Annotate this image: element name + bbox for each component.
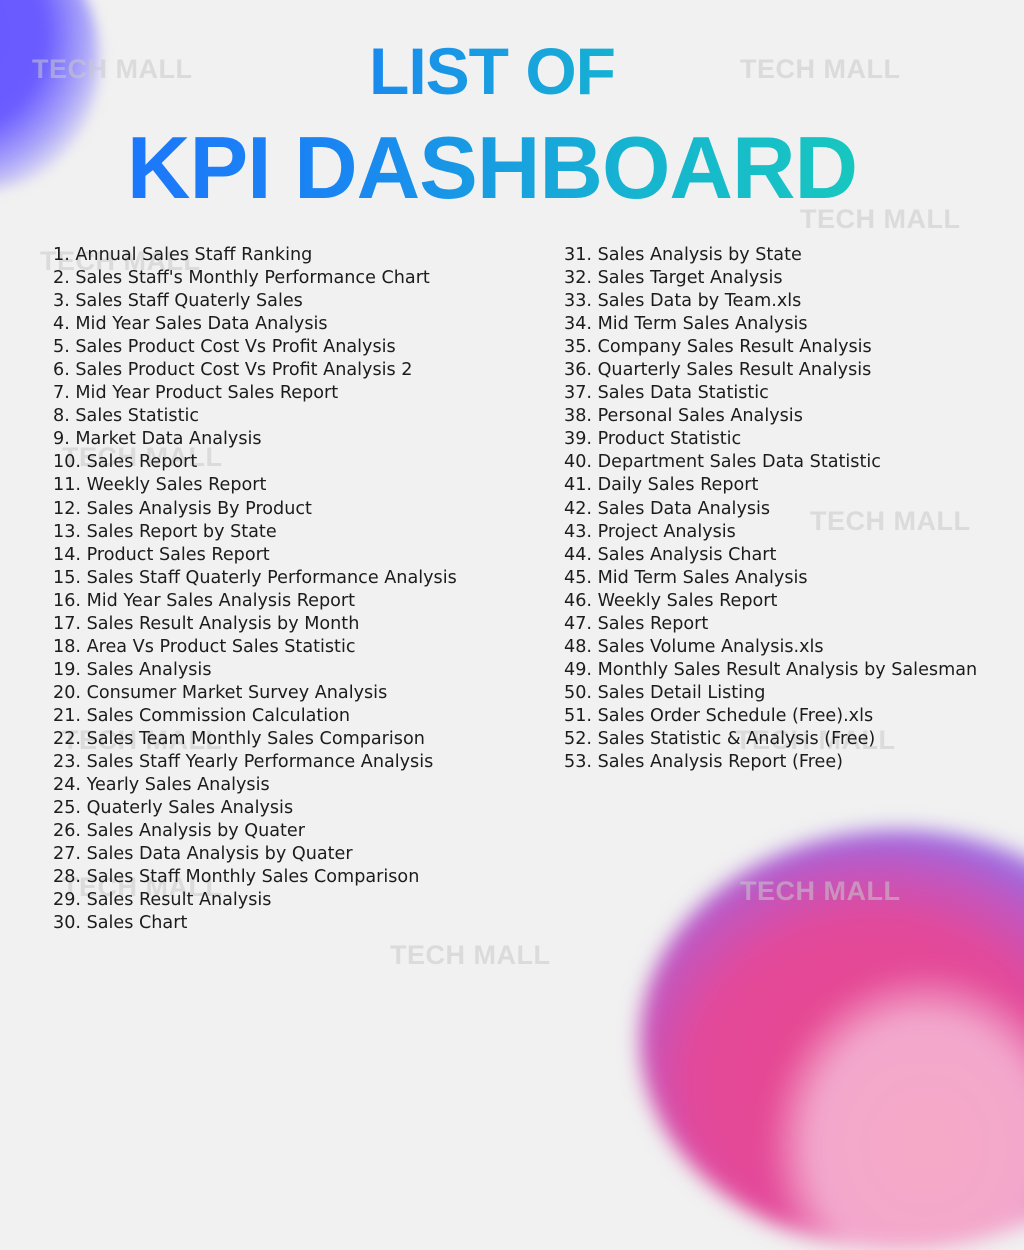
list-item: 42. Sales Data Analysis <box>564 498 771 519</box>
list-item: 51. Sales Order Schedule (Free).xls <box>564 705 874 726</box>
list-item: 24. Yearly Sales Analysis <box>53 775 270 796</box>
list-item: 21. Sales Commission Calculation <box>53 705 351 726</box>
watermark: TECH MALL <box>390 940 551 970</box>
list-item: 40. Department Sales Data Statistic <box>564 452 881 473</box>
list-item: 47. Sales Report <box>564 613 709 634</box>
list-item: 7. Mid Year Product Sales Report <box>53 383 339 404</box>
list-item: 46. Weekly Sales Report <box>564 590 778 611</box>
list-item: 26. Sales Analysis by Quater <box>53 821 305 842</box>
list-item: 23. Sales Staff Yearly Performance Analy… <box>53 752 434 773</box>
list-item: 6. Sales Product Cost Vs Profit Analysis… <box>53 360 413 381</box>
list-item: 14. Product Sales Report <box>53 544 270 565</box>
list-item: 2. Sales Staff's Monthly Performance Cha… <box>53 268 430 289</box>
list-item: 41. Daily Sales Report <box>564 475 759 496</box>
list-item: 36. Quarterly Sales Result Analysis <box>564 360 872 381</box>
list-item: 19. Sales Analysis <box>53 659 212 680</box>
list-item: 20. Consumer Market Survey Analysis <box>53 682 388 703</box>
list-item: 33. Sales Data by Team.xls <box>564 291 802 312</box>
list-item: 43. Project Analysis <box>564 521 736 542</box>
page-title-line-2: KPI DASHBOARD <box>0 122 984 214</box>
list-item: 45. Mid Term Sales Analysis <box>564 567 808 588</box>
list-item: 1. Annual Sales Staff Ranking <box>53 245 313 265</box>
dashboard-list-right: 31. Sales Analysis by State 32. Sales Tar… <box>564 244 977 774</box>
list-item: 31. Sales Analysis by State <box>564 245 802 265</box>
list-item: 44. Sales Analysis Chart <box>564 544 777 565</box>
list-item: 27. Sales Data Analysis by Quater <box>53 844 353 865</box>
list-item: 15. Sales Staff Quaterly Performance Ana… <box>53 567 457 588</box>
list-item: 52. Sales Statistic & Analysis (Free) <box>564 728 876 749</box>
watermark: TECH MALL <box>740 876 901 906</box>
list-item: 9. Market Data Analysis <box>53 429 262 450</box>
list-item: 12. Sales Analysis By Product <box>53 498 312 519</box>
list-item: 53. Sales Analysis Report (Free) <box>564 752 844 773</box>
list-item: 8. Sales Statistic <box>53 406 200 427</box>
list-item: 18. Area Vs Product Sales Statistic <box>53 636 356 657</box>
list-item: 13. Sales Report by State <box>53 521 277 542</box>
list-item: 30. Sales Chart <box>53 913 188 934</box>
page-title-line-1: LIST OF <box>0 36 984 106</box>
list-item: 48. Sales Volume Analysis.xls <box>564 636 824 657</box>
list-item: 25. Quaterly Sales Analysis <box>53 798 294 819</box>
list-item: 28. Sales Staff Monthly Sales Comparison <box>53 867 420 888</box>
list-item: 22. Sales Team Monthly Sales Comparison <box>53 728 425 749</box>
list-item: 38. Personal Sales Analysis <box>564 406 803 427</box>
list-item: 39. Product Statistic <box>564 429 742 450</box>
list-item: 35. Company Sales Result Analysis <box>564 337 872 358</box>
list-item: 29. Sales Result Analysis <box>53 890 272 911</box>
list-item: 37. Sales Data Statistic <box>564 383 769 404</box>
list-item: 34. Mid Term Sales Analysis <box>564 314 808 335</box>
list-item: 50. Sales Detail Listing <box>564 682 766 703</box>
list-item: 49. Monthly Sales Result Analysis by Sal… <box>564 659 978 680</box>
dashboard-list-left: 1. Annual Sales Staff Ranking 2. Sales St… <box>53 244 457 935</box>
list-item: 16. Mid Year Sales Analysis Report <box>53 590 356 611</box>
list-item: 32. Sales Target Analysis <box>564 268 783 289</box>
list-item: 5. Sales Product Cost Vs Profit Analysis <box>53 337 396 358</box>
list-item: 11. Weekly Sales Report <box>53 475 267 496</box>
list-item: 4. Mid Year Sales Data Analysis <box>53 314 328 335</box>
list-item: 3. Sales Staff Quaterly Sales <box>53 291 303 312</box>
list-item: 10. Sales Report <box>53 452 198 473</box>
list-item: 17. Sales Result Analysis by Month <box>53 613 360 634</box>
